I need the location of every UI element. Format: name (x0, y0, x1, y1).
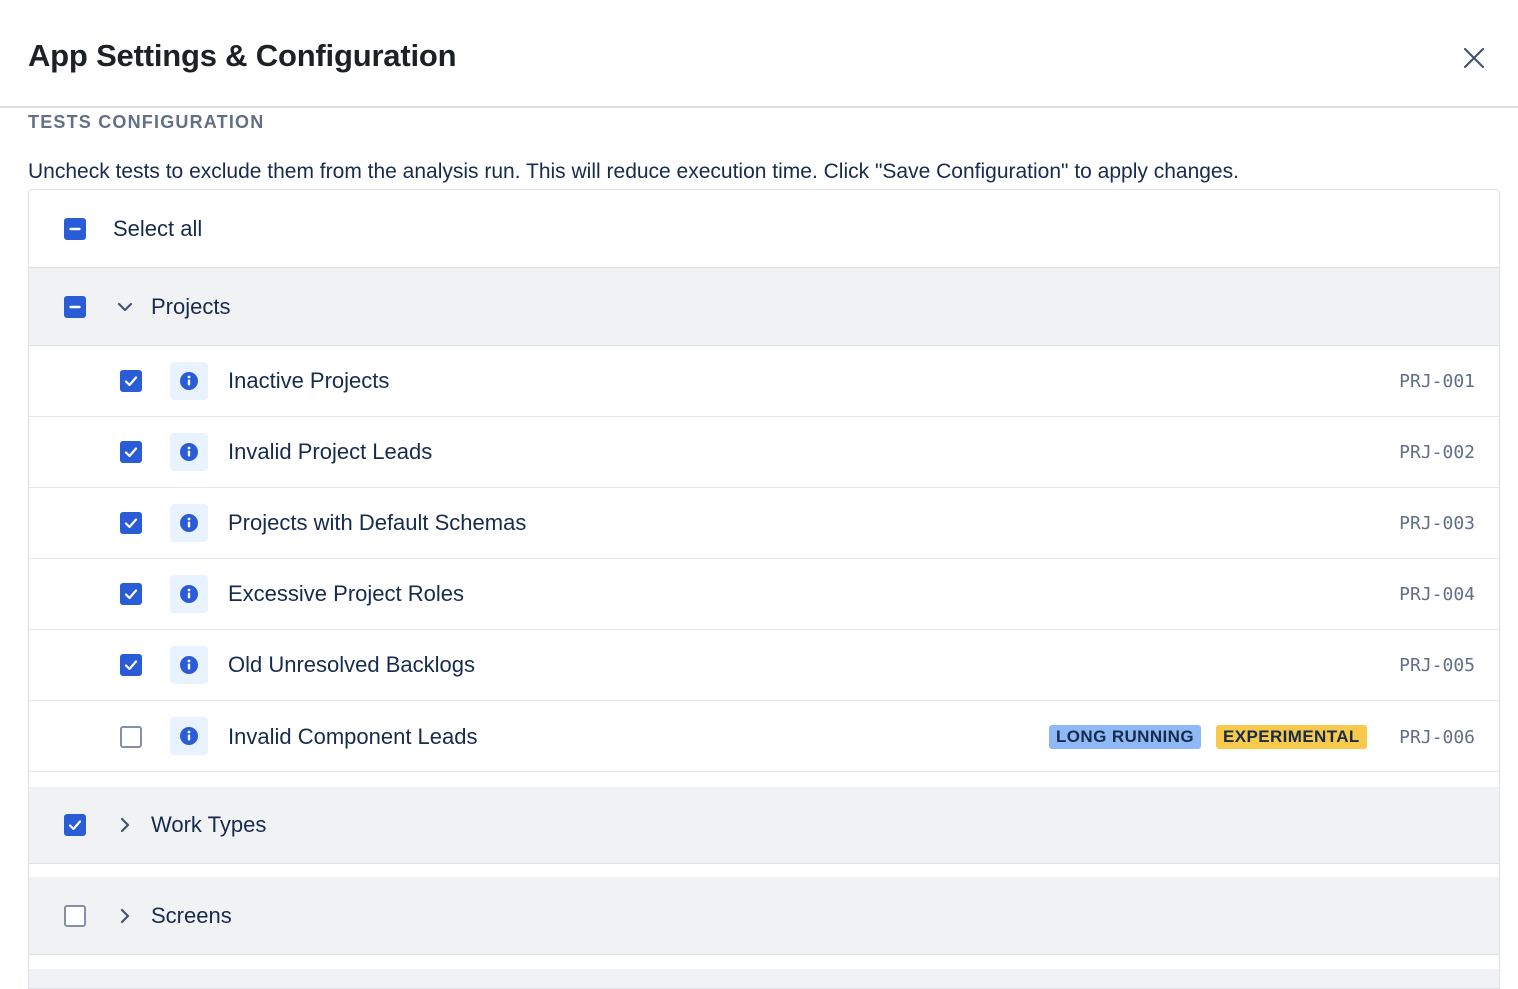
test-checkbox-prj-003[interactable] (120, 512, 142, 534)
test-code: PRJ-005 (1399, 655, 1475, 676)
test-label: Old Unresolved Backlogs (228, 652, 476, 677)
test-code: PRJ-004 (1399, 584, 1475, 605)
test-row-prj-002[interactable]: Invalid Project Leads PRJ-002 (29, 417, 1499, 488)
group-row-work-types[interactable]: Work Types (29, 787, 1499, 864)
group-row-screens[interactable]: Screens (29, 877, 1499, 955)
checkmark-icon (124, 589, 138, 600)
info-button[interactable] (170, 433, 208, 471)
group-checkbox-screens[interactable] (64, 905, 86, 927)
test-row-prj-001[interactable]: Inactive Projects PRJ-001 (29, 346, 1499, 417)
long-running-badge: LONG RUNNING (1049, 725, 1201, 749)
checkmark-icon (124, 376, 138, 387)
info-button[interactable] (170, 575, 208, 613)
test-checkbox-prj-001[interactable] (120, 370, 142, 392)
test-code: PRJ-006 (1399, 727, 1475, 748)
select-all-label: Select all (113, 216, 203, 241)
info-button[interactable] (170, 717, 208, 755)
section-heading: TESTS CONFIGURATION (28, 112, 265, 132)
test-code: PRJ-002 (1399, 442, 1475, 463)
indeterminate-icon (69, 227, 81, 231)
info-icon (180, 727, 198, 745)
info-icon (180, 443, 198, 461)
checkmark-icon (68, 820, 82, 831)
info-icon (180, 514, 198, 532)
test-checkbox-prj-002[interactable] (120, 441, 142, 463)
test-code: PRJ-003 (1399, 513, 1475, 534)
info-icon (180, 372, 198, 390)
test-row-prj-004[interactable]: Excessive Project Roles PRJ-004 (29, 559, 1499, 630)
test-checkbox-prj-005[interactable] (120, 654, 142, 676)
test-checkbox-prj-004[interactable] (120, 583, 142, 605)
test-label: Inactive Projects (228, 368, 390, 393)
test-row-prj-005[interactable]: Old Unresolved Backlogs PRJ-005 (29, 630, 1499, 701)
test-code: PRJ-001 (1399, 371, 1475, 392)
tests-panel: Select all Projects Inactive Projects PR… (28, 189, 1500, 989)
group-checkbox-work-types[interactable] (64, 814, 86, 836)
close-button[interactable] (1456, 40, 1492, 76)
test-checkbox-prj-006[interactable] (120, 726, 142, 748)
checkmark-icon (124, 518, 138, 529)
chevron-right-icon[interactable] (113, 813, 137, 837)
indeterminate-icon (69, 305, 81, 309)
test-row-prj-003[interactable]: Projects with Default Schemas PRJ-003 (29, 488, 1499, 559)
chevron-down-icon[interactable] (113, 295, 137, 319)
checkmark-icon (124, 660, 138, 671)
group-label-projects: Projects (151, 294, 231, 319)
test-label: Invalid Project Leads (228, 439, 433, 464)
checkmark-icon (124, 447, 138, 458)
modal-title: App Settings & Configuration (28, 38, 457, 73)
select-all-checkbox[interactable] (64, 218, 86, 240)
info-icon (180, 656, 198, 674)
info-button[interactable] (170, 504, 208, 542)
chevron-right-icon[interactable] (113, 904, 137, 928)
group-label-work-types: Work Types (151, 812, 267, 837)
test-label: Invalid Component Leads (228, 724, 478, 749)
info-icon (180, 585, 198, 603)
group-row-partial (29, 969, 1499, 988)
select-all-row[interactable]: Select all (29, 190, 1499, 268)
test-label: Projects with Default Schemas (228, 510, 527, 535)
experimental-badge: EXPERIMENTAL (1216, 725, 1367, 749)
info-button[interactable] (170, 362, 208, 400)
section-description: Uncheck tests to exclude them from the a… (28, 160, 1239, 183)
test-row-prj-006[interactable]: Invalid Component Leads LONG RUNNING EXP… (29, 701, 1499, 772)
group-row-projects[interactable]: Projects (29, 268, 1499, 346)
info-button[interactable] (170, 646, 208, 684)
close-icon (1463, 47, 1485, 69)
modal-header: App Settings & Configuration (0, 0, 1518, 108)
test-label: Excessive Project Roles (228, 581, 464, 606)
group-label-screens: Screens (151, 903, 232, 928)
group-checkbox-projects[interactable] (64, 296, 86, 318)
